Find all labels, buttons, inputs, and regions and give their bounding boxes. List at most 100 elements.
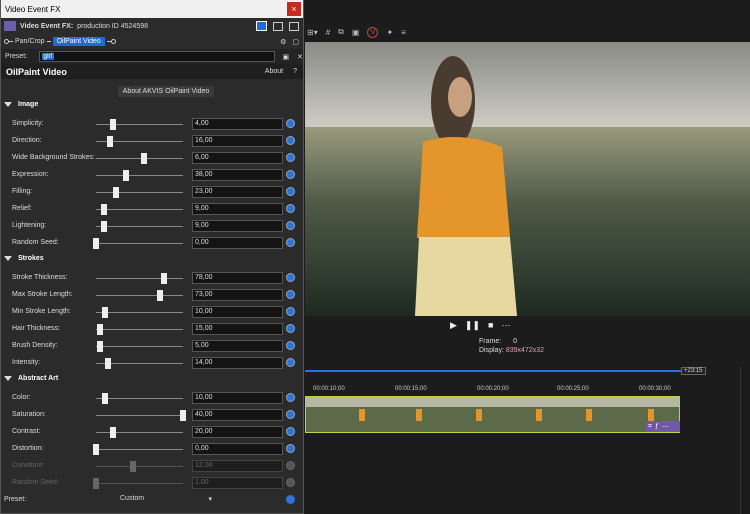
slider-thumb[interactable]	[97, 341, 104, 352]
stop-icon[interactable]: ■	[488, 320, 493, 331]
video-scope-icon[interactable]: V	[367, 26, 379, 38]
param-value-input[interactable]: 20,00	[192, 426, 283, 438]
close-button[interactable]: ×	[287, 2, 301, 16]
pause-icon[interactable]: ❚❚	[465, 320, 480, 331]
param-slider[interactable]	[96, 170, 183, 181]
about-akvis-button[interactable]: About AKVIS OilPaint Video	[118, 86, 214, 97]
keyframe-icon[interactable]	[286, 478, 295, 487]
slider-thumb[interactable]	[100, 221, 107, 232]
preset-input[interactable]: girl	[39, 51, 275, 62]
param-value-input[interactable]: 5,00	[192, 340, 283, 352]
param-slider[interactable]	[96, 358, 183, 369]
slider-thumb[interactable]	[140, 153, 147, 164]
fx-icon[interactable]: ƒ	[655, 423, 659, 430]
video-clip[interactable]	[305, 396, 680, 433]
section-header[interactable]: Strokes	[4, 255, 44, 262]
settings-icon[interactable]: ✦	[386, 28, 393, 37]
copy-snapshot-icon[interactable]: ⧉	[338, 27, 344, 37]
chain-item-oilpaint[interactable]: OilPaint Video	[52, 37, 105, 46]
keyframe-icon[interactable]	[286, 153, 295, 162]
slider-thumb[interactable]	[93, 478, 99, 489]
slider-thumb[interactable]	[100, 204, 107, 215]
slider-thumb[interactable]	[130, 461, 137, 472]
keyframe-icon[interactable]	[286, 444, 295, 453]
param-value-input[interactable]: 4,00	[192, 118, 283, 130]
param-value-input[interactable]: 0,00	[192, 237, 283, 249]
param-slider[interactable]	[93, 478, 183, 489]
slider-thumb[interactable]	[101, 307, 108, 318]
chain-item-pancrop[interactable]: Pan/Crop	[15, 38, 45, 45]
param-value-input[interactable]: 78,00	[192, 272, 283, 284]
section-header[interactable]: Image	[4, 101, 38, 108]
param-value-input[interactable]: 16,00	[192, 135, 283, 147]
keyframe-icon[interactable]	[286, 187, 295, 196]
param-value-input[interactable]: 0,00	[192, 443, 283, 455]
keyframe-icon[interactable]	[286, 170, 295, 179]
keyframe-icon[interactable]	[286, 410, 295, 419]
keyframe-icon[interactable]	[286, 119, 295, 128]
split-view-icon[interactable]	[256, 21, 267, 31]
param-slider[interactable]	[96, 221, 183, 232]
param-value-input[interactable]: 38,00	[192, 169, 283, 181]
param-slider[interactable]	[96, 410, 186, 421]
keyframe-icon[interactable]	[286, 290, 295, 299]
keyframe-icon[interactable]	[286, 495, 295, 504]
param-slider[interactable]	[96, 153, 183, 164]
param-slider[interactable]	[93, 444, 183, 455]
menu-icon[interactable]: ≡	[401, 28, 406, 37]
slider-thumb[interactable]	[105, 358, 112, 369]
keyframe-icon[interactable]	[286, 461, 295, 470]
keyframe-icon[interactable]	[286, 136, 295, 145]
keyframe-icon[interactable]	[286, 341, 295, 350]
plugin-chooser-icon[interactable]: ⚙	[280, 38, 286, 46]
param-value-input[interactable]: 10,00	[192, 306, 283, 318]
slider-thumb[interactable]	[160, 273, 167, 284]
help-button[interactable]: ?	[293, 68, 297, 75]
param-slider[interactable]	[93, 238, 183, 249]
keyframe-icon[interactable]	[286, 427, 295, 436]
param-value-input[interactable]: 1,00	[192, 477, 283, 489]
param-slider[interactable]	[96, 273, 183, 284]
param-value-input[interactable]: 9,00	[192, 220, 283, 232]
param-value-input[interactable]: 15,00	[192, 323, 283, 335]
clip-menu-icon[interactable]: ⋯	[662, 423, 669, 431]
keyframe-icon[interactable]	[286, 393, 295, 402]
slider-thumb[interactable]	[106, 136, 113, 147]
keyframe-icon[interactable]	[286, 204, 295, 213]
slider-thumb[interactable]	[97, 324, 104, 335]
slider-thumb[interactable]	[113, 187, 119, 198]
slider-thumb[interactable]	[123, 170, 130, 181]
param-value-input[interactable]: 10,00	[192, 392, 283, 404]
grid-dropdown-icon[interactable]: ⊞▾	[307, 28, 318, 37]
param-slider[interactable]	[96, 307, 183, 318]
save-snapshot-icon[interactable]: ▣	[352, 28, 360, 37]
save-preset-icon[interactable]: ▣	[283, 53, 290, 61]
keyframe-icon[interactable]	[286, 238, 295, 247]
param-slider[interactable]	[96, 341, 183, 352]
crop-icon[interactable]: ⌗	[648, 423, 652, 431]
param-value-input[interactable]: 40,00	[192, 409, 283, 421]
param-slider[interactable]	[96, 461, 183, 472]
overlay-icon[interactable]: #	[326, 28, 330, 37]
play-icon[interactable]: ▶	[450, 320, 457, 331]
param-value-input[interactable]: 14,00	[192, 357, 283, 369]
more-icon[interactable]: ⋯	[501, 320, 510, 331]
bottom-preset-select[interactable]: Custom ▾	[117, 495, 215, 506]
keyframe-icon[interactable]	[286, 358, 295, 367]
param-value-input[interactable]: 23,00	[192, 186, 283, 198]
slider-thumb[interactable]	[93, 238, 99, 249]
slider-thumb[interactable]	[180, 410, 186, 421]
param-slider[interactable]	[96, 393, 183, 404]
param-value-input[interactable]: 73,00	[192, 289, 283, 301]
keyframe-icon[interactable]	[286, 307, 295, 316]
slider-thumb[interactable]	[110, 427, 117, 438]
param-slider[interactable]	[96, 204, 183, 215]
slider-thumb[interactable]	[110, 119, 117, 130]
keyframe-icon[interactable]	[286, 221, 295, 230]
grid-icon[interactable]	[289, 21, 299, 31]
remove-plugin-icon[interactable]: ▢	[292, 38, 299, 46]
param-value-input[interactable]: 6,00	[192, 152, 283, 164]
param-slider[interactable]	[96, 427, 183, 438]
vertical-scrollbar[interactable]	[740, 367, 750, 514]
about-button[interactable]: About	[264, 68, 284, 75]
